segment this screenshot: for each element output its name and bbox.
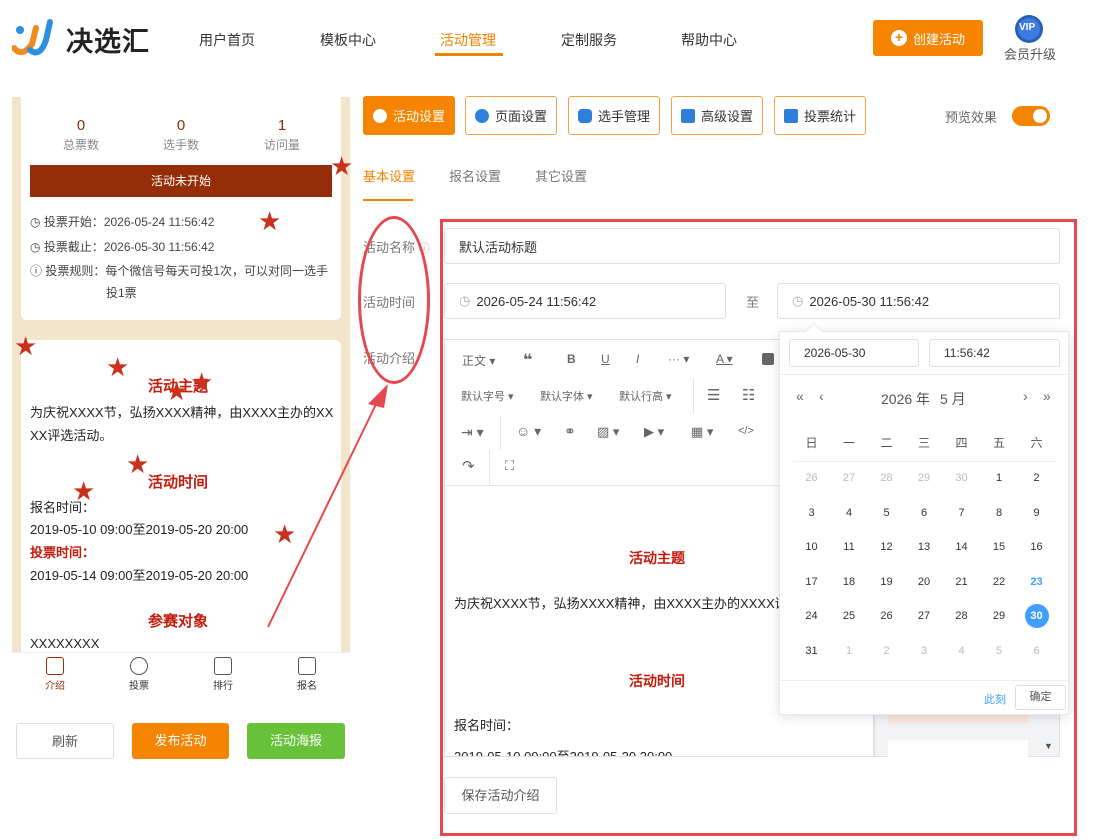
preview-toggle-label: 预览效果: [945, 110, 998, 125]
preview-theme-text-2: XX评选活动。: [30, 428, 113, 443]
bottom-nav-intro[interactable]: 介绍: [25, 657, 85, 692]
highlight-rectangle: [440, 219, 1077, 836]
vip-badge-icon[interactable]: VIP: [1014, 14, 1044, 44]
tab-activity-settings[interactable]: 活动设置: [363, 96, 455, 135]
stat-contestants-value: 0: [176, 117, 186, 134]
plus-icon: +: [890, 30, 907, 46]
stat-contestants-label: 选手数: [162, 138, 199, 152]
tab-contestant-management[interactable]: 选手管理: [568, 96, 660, 135]
bar-chart-icon: [783, 108, 798, 123]
star-decoration-icon: ★: [330, 151, 354, 181]
stat-visits-value: 1: [277, 117, 287, 134]
star-decoration-icon: ★: [72, 476, 96, 506]
publish-activity-button[interactable]: 发布活动: [132, 723, 229, 759]
clock-icon: ◷: [30, 240, 41, 254]
vote-start-info: ◷ 投票开始：2026-05-24 11:56:42: [30, 210, 214, 234]
vote-start-text: 投票开始：2026-05-24 11:56:42: [43, 215, 215, 229]
preview-vote-range: 2019-05-14 09:00至2019-05-20 20:00: [30, 568, 249, 583]
subtab-basic-settings[interactable]: 基本设置: [363, 166, 415, 185]
gear-icon: [474, 108, 489, 123]
subtab-other-settings[interactable]: 其它设置: [535, 166, 587, 185]
activity-poster-button[interactable]: 活动海报: [247, 723, 345, 759]
signup-icon: [298, 657, 316, 675]
bottom-nav-vote[interactable]: 投票: [109, 657, 169, 692]
bottom-nav-signup-label: 报名: [297, 681, 317, 692]
vote-rule-text: 投票规则：每个微信号每天可投1次，可以对同一选手: [45, 264, 329, 278]
info-icon: ⓘ: [30, 264, 43, 278]
star-decoration-icon: ★: [126, 449, 150, 479]
vote-rule-text-cont: 投1票: [106, 286, 137, 300]
bottom-nav-signup[interactable]: 报名: [277, 657, 337, 692]
brand-name: 决选汇: [66, 27, 150, 57]
nav-active-indicator: [435, 53, 503, 56]
star-decoration-icon: ★: [165, 376, 189, 406]
brand-logo-icon: [12, 19, 53, 56]
tab-advanced-settings[interactable]: 高级设置: [671, 96, 763, 135]
subtab-signup-settings[interactable]: 报名设置: [449, 166, 501, 185]
preview-signup-range: 2019-05-10 09:00至2019-05-20 20:00: [30, 522, 249, 537]
star-decoration-icon: ★: [14, 331, 38, 361]
vip-badge-text: VIP: [1019, 22, 1036, 33]
create-activity-label: 创建活动: [912, 31, 965, 47]
preview-target-heading: 参赛对象: [148, 613, 209, 630]
nav-custom-service[interactable]: 定制服务: [561, 30, 617, 50]
star-circle-icon: [372, 108, 387, 123]
star-decoration-icon: ★: [190, 367, 214, 397]
bottom-nav-intro-label: 介绍: [45, 681, 65, 692]
tab-advanced-settings-label: 高级设置: [700, 109, 753, 124]
bottom-nav-ranking-label: 排行: [213, 681, 233, 692]
tab-activity-settings-label: 活动设置: [392, 109, 445, 124]
nav-activity-management[interactable]: 活动管理: [440, 30, 496, 50]
clock-icon: ◷: [30, 215, 41, 229]
stat-total-votes-value: 0: [76, 117, 86, 134]
nav-templates[interactable]: 模板中心: [320, 30, 376, 50]
preview-vote-label: 投票时间：: [30, 545, 96, 560]
intro-icon: [46, 657, 64, 675]
refresh-button[interactable]: 刷新: [16, 723, 114, 759]
activity-status-button[interactable]: 活动未开始: [30, 165, 332, 197]
nav-home[interactable]: 用户首页: [199, 30, 255, 50]
preview-time-heading: 活动时间: [148, 474, 209, 491]
nav-help-center[interactable]: 帮助中心: [681, 30, 737, 50]
tab-vote-statistics[interactable]: 投票统计: [774, 96, 866, 135]
vote-end-text: 投票截止：2026-05-30 11:56:42: [43, 240, 215, 254]
bottom-nav-ranking[interactable]: 排行: [193, 657, 253, 692]
tab-contestant-management-label: 选手管理: [597, 109, 650, 124]
preview-target-text: XXXXXXXX: [30, 636, 100, 651]
stat-total-votes-label: 总票数: [62, 138, 99, 152]
star-decoration-icon: ★: [106, 352, 130, 382]
vote-end-info: ◷ 投票截止：2026-05-30 11:56:42: [30, 235, 214, 259]
vip-upgrade-label[interactable]: 会员升级: [1004, 44, 1056, 63]
stat-visits-label: 访问量: [263, 138, 300, 152]
preview-bottom-nav: 介绍 投票 排行 报名: [12, 652, 350, 700]
toggle-knob: [1033, 109, 1047, 123]
annotation-arrow-icon: [267, 384, 388, 628]
highlight-ellipse: [358, 216, 430, 384]
sliders-icon: [680, 108, 695, 123]
tab-page-settings[interactable]: 页面设置: [465, 96, 557, 135]
user-icon: [130, 657, 148, 675]
subtab-active-indicator: [363, 199, 413, 201]
users-icon: [577, 108, 592, 123]
tab-vote-statistics-label: 投票统计: [803, 109, 856, 124]
star-decoration-icon: ★: [258, 206, 282, 236]
tab-page-settings-label: 页面设置: [494, 109, 547, 124]
ranking-icon: [214, 657, 232, 675]
vote-rule-info: ⓘ 投票规则：每个微信号每天可投1次，可以对同一选手 投1票: [30, 260, 330, 304]
create-activity-button[interactable]: + 创建活动: [873, 20, 983, 56]
bottom-nav-vote-label: 投票: [129, 681, 149, 692]
preview-toggle[interactable]: [1012, 106, 1050, 126]
